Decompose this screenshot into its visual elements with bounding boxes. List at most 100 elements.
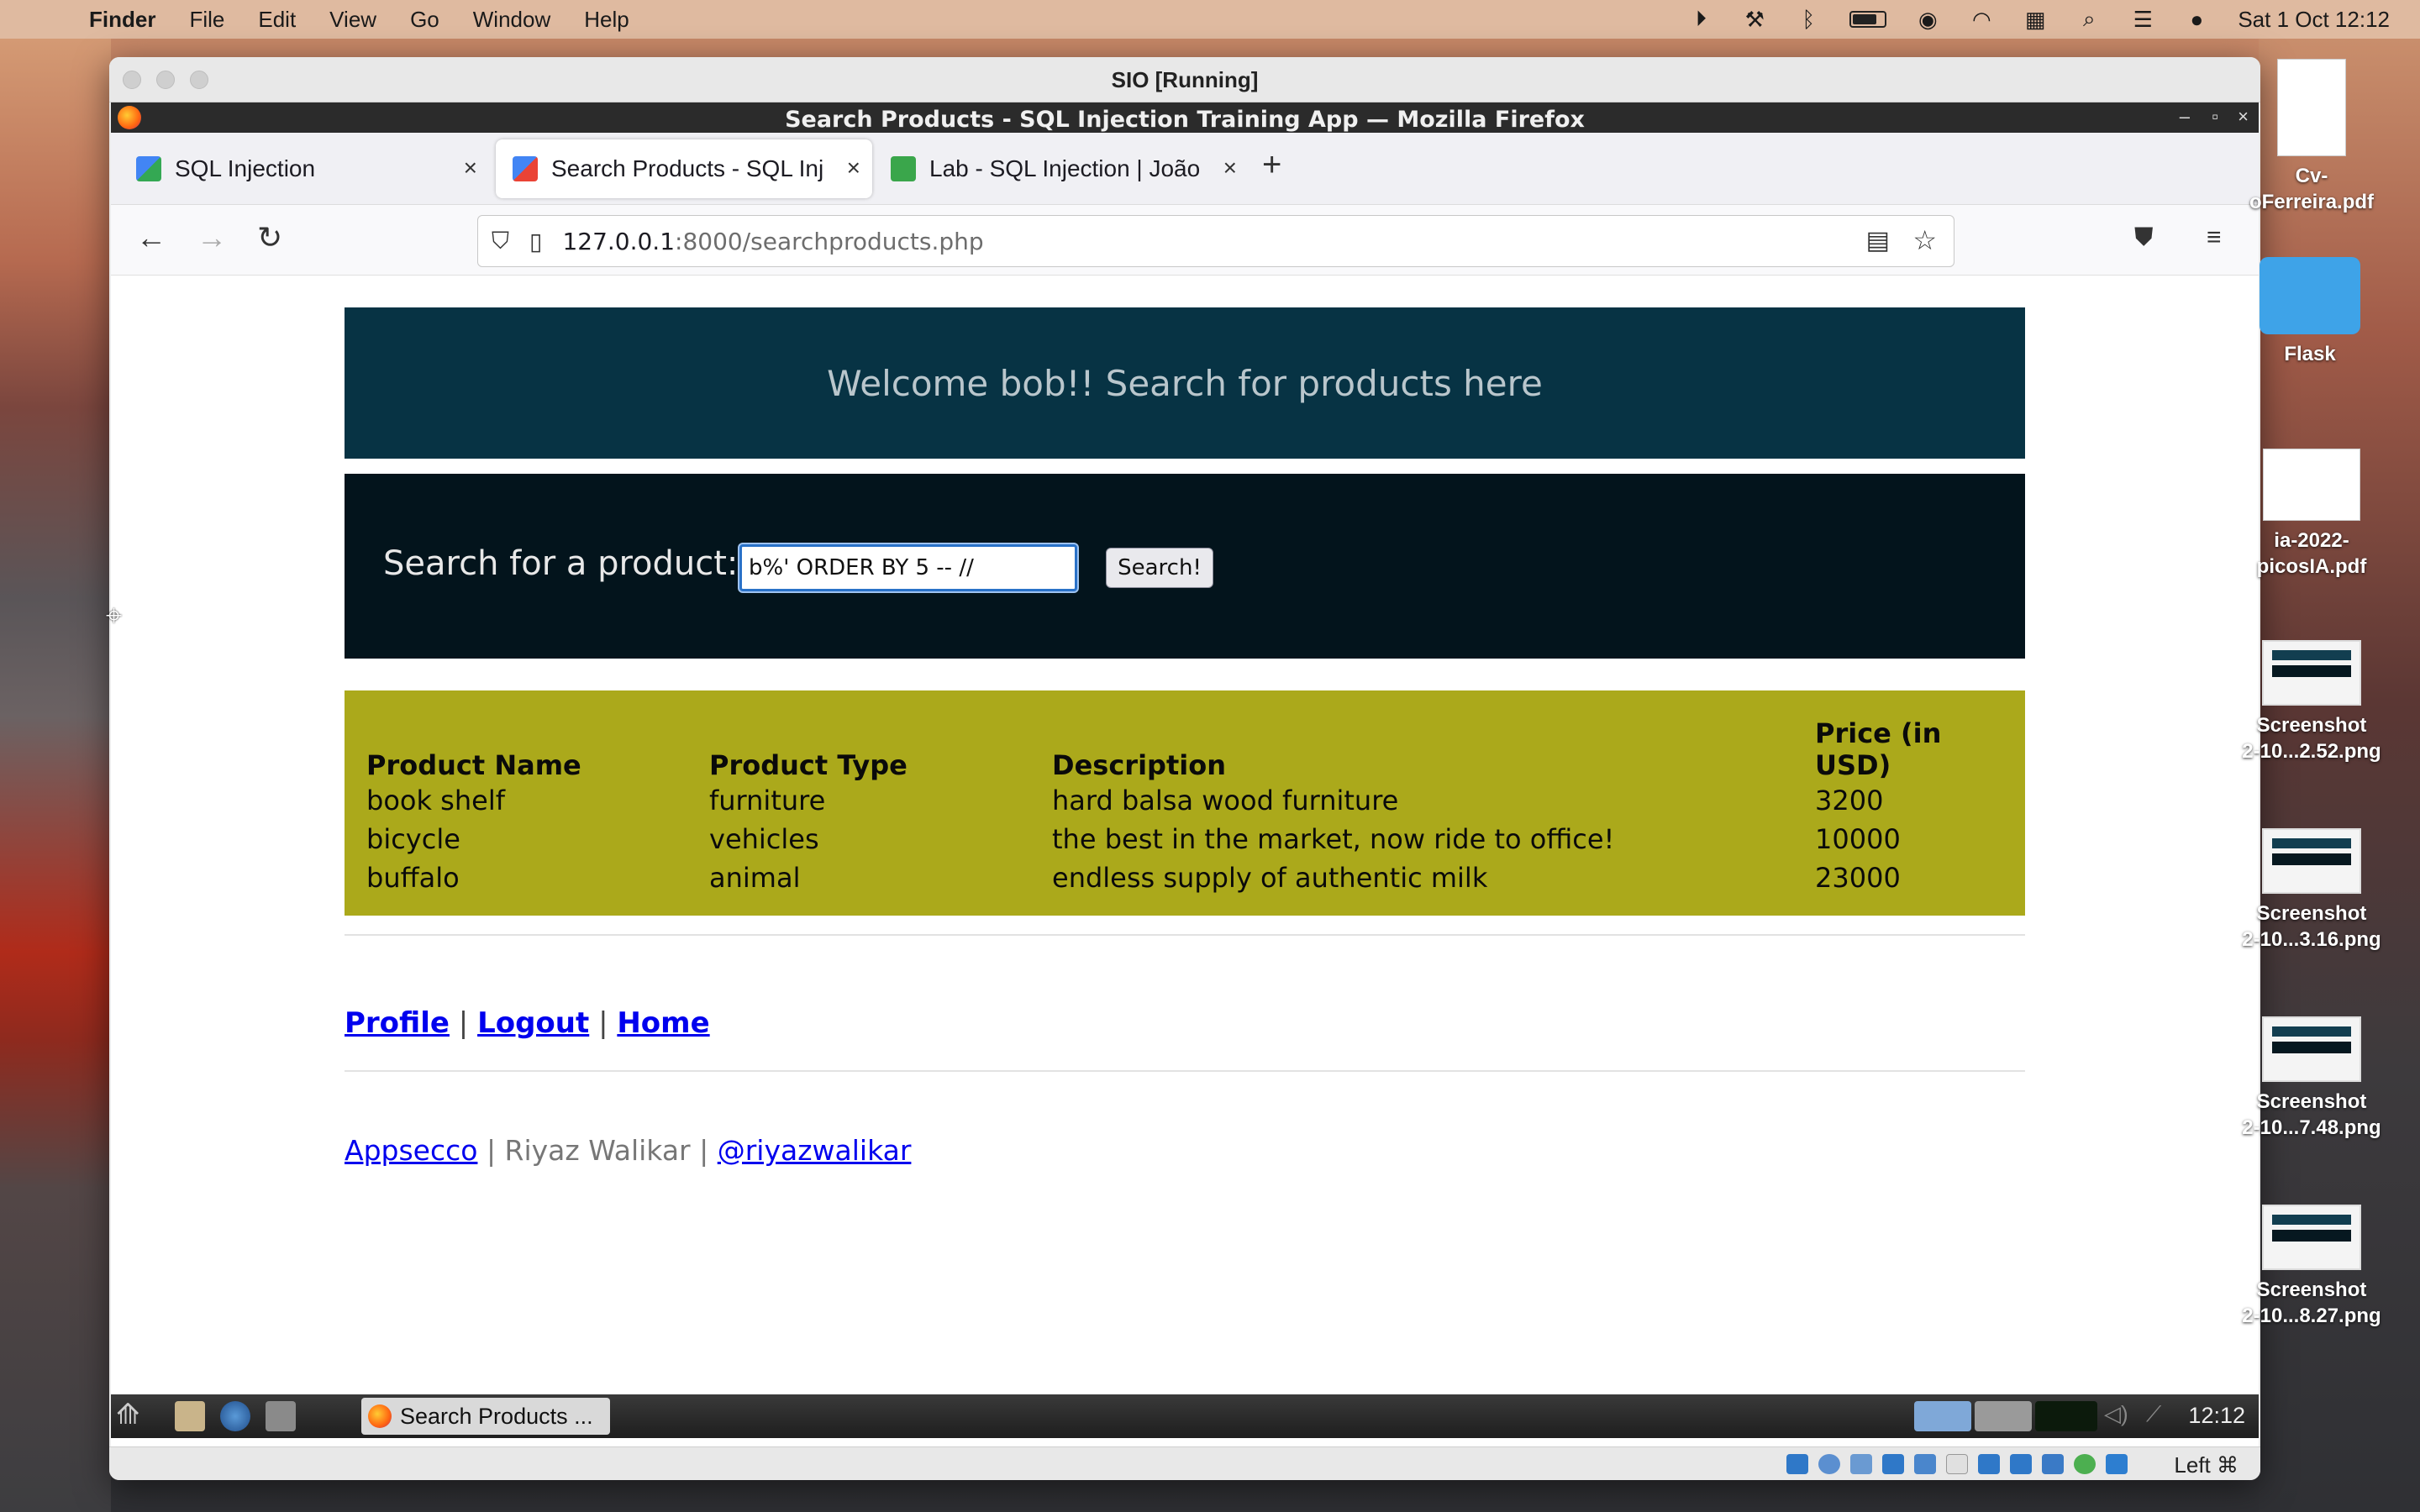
footer: Appsecco | Riyaz Walikar | @riyazwalikar (345, 1134, 911, 1167)
table-cell: 3200 (1815, 785, 1884, 816)
search-button[interactable]: Search! (1106, 548, 1213, 588)
video-capture-icon[interactable] (2010, 1454, 2032, 1474)
keyboard-capture-icon[interactable] (2106, 1454, 2128, 1474)
optical-drive-icon[interactable] (1818, 1454, 1840, 1474)
tab-lab-sql-injection[interactable]: Lab - SQL Injection | João × (874, 139, 1249, 198)
menu-go[interactable]: Go (410, 7, 439, 33)
screenshot-thumbnail-icon (2262, 828, 2361, 894)
keyboard-icon[interactable]: ▦ (2023, 7, 2048, 33)
mouse-integration-icon[interactable] (2074, 1454, 2096, 1474)
menu-help[interactable]: Help (584, 7, 629, 33)
google-favicon-icon (136, 156, 161, 181)
table-header-row: Product Name Product Type Description Pr… (366, 711, 2008, 781)
web-browser-icon[interactable] (220, 1401, 250, 1431)
minimize-icon[interactable]: – (2180, 106, 2190, 128)
column-header: Product Type (709, 749, 908, 781)
shield-icon[interactable]: ⛉ (492, 228, 509, 255)
hamburger-menu-icon[interactable]: ≡ (2207, 223, 2222, 252)
start-menu-icon[interactable]: ⟰ (116, 1398, 146, 1431)
logout-link[interactable]: Logout (477, 1006, 589, 1040)
products-table: Product Name Product Type Description Pr… (366, 711, 2008, 897)
display-indicator-icon[interactable] (1978, 1454, 2000, 1474)
network-icon[interactable]: ⟋ (2146, 1401, 2176, 1431)
vbox-titlebar: SIO [Running] (109, 57, 2260, 102)
desktop-file-cv-pdf[interactable]: Cv- oFerreira.pdf (2232, 59, 2391, 215)
tools-icon[interactable]: ⚒ (1742, 7, 1767, 33)
reload-icon[interactable]: ↻ (257, 220, 282, 255)
desktop-screenshot-2[interactable]: Screenshot 2-10...3.16.png (2232, 828, 2391, 953)
menu-edit[interactable]: Edit (258, 7, 296, 33)
control-center-icon[interactable]: ☰ (2130, 7, 2155, 33)
play-icon[interactable]: ⏵ (1688, 6, 1713, 33)
product-search-input[interactable] (739, 544, 1077, 591)
table-cell: furniture (709, 785, 826, 816)
appsecco-link[interactable]: Appsecco (345, 1134, 477, 1167)
url-text[interactable]: 127.0.0.1:8000/searchproducts.php (562, 228, 983, 255)
table-cell: 10000 (1815, 823, 1901, 855)
tab-sql-injection[interactable]: SQL Injection × (119, 139, 489, 198)
vbox-title: SIO [Running] (1111, 67, 1259, 92)
twitter-link[interactable]: @riyazwalikar (718, 1134, 912, 1167)
workspace-2-icon[interactable] (1975, 1401, 2032, 1431)
desktop-item-label: Flask (2284, 343, 2336, 365)
cpu-indicator-icon[interactable] (2042, 1454, 2064, 1474)
table-cell: endless supply of authentic milk (1052, 862, 1488, 894)
screenshot-thumbnail-icon (2262, 640, 2361, 706)
terminal-icon[interactable] (266, 1401, 296, 1431)
shared-folder-icon[interactable] (1946, 1454, 1968, 1474)
file-manager-icon[interactable] (175, 1401, 205, 1431)
table-cell: the best in the market, now ride to offi… (1052, 823, 1615, 855)
forward-arrow-icon[interactable]: → (197, 220, 227, 255)
host-key-label: Left ⌘ (2174, 1452, 2238, 1478)
user-icon[interactable]: ◉ (1915, 7, 1940, 33)
welcome-banner: Welcome bob!! Search for products here (345, 307, 2025, 459)
network-indicator-icon[interactable] (1882, 1454, 1904, 1474)
desktop-folder-flask[interactable]: Flask (2230, 257, 2390, 367)
maximize-icon[interactable]: ▫ (2212, 106, 2218, 128)
audio-indicator-icon[interactable] (1850, 1454, 1872, 1474)
bluetooth-icon[interactable]: ᛒ (1796, 7, 1821, 33)
bookmark-star-icon[interactable]: ☆ (1912, 224, 1937, 256)
page-info-icon[interactable]: ▯ (529, 228, 542, 255)
wifi-icon[interactable]: ◠ (1969, 7, 1994, 33)
new-tab-plus-icon[interactable]: + (1262, 146, 1281, 184)
usb-indicator-icon[interactable] (1914, 1454, 1936, 1474)
desktop-screenshot-4[interactable]: Screenshot 2-10...8.27.png (2232, 1205, 2391, 1329)
table-cell: bicycle (366, 823, 460, 855)
profile-link[interactable]: Profile (345, 1006, 450, 1040)
reader-view-icon[interactable]: ▤ (1866, 226, 1890, 255)
workspace-1-icon[interactable] (1914, 1401, 1971, 1431)
back-arrow-icon[interactable]: ← (136, 220, 166, 255)
google-favicon-icon (513, 156, 538, 181)
menu-window[interactable]: Window (473, 7, 550, 33)
desktop-screenshot-3[interactable]: Screenshot 2-10...7.48.png (2232, 1016, 2391, 1141)
taskbar-firefox-task[interactable]: Search Products ... (361, 1398, 610, 1435)
desktop-file-ia-pdf[interactable]: ia-2022- picosIA.pdf (2232, 449, 2391, 580)
tab-search-products[interactable]: Search Products - SQL Inj × (496, 139, 872, 198)
table-cell: vehicles (709, 823, 819, 855)
tab-close-icon[interactable]: × (464, 155, 477, 181)
menu-view[interactable]: View (329, 7, 376, 33)
nav-links: Profile | Logout | Home (345, 1006, 710, 1040)
hdd-indicator-icon[interactable] (1786, 1454, 1808, 1474)
link-separator: | (458, 1006, 469, 1040)
home-link[interactable]: Home (617, 1006, 709, 1040)
desktop-screenshot-1[interactable]: Screenshot 2-10...2.52.png (2232, 640, 2391, 764)
menu-finder[interactable]: Finder (89, 7, 155, 33)
divider (345, 934, 2025, 936)
volume-icon[interactable]: ◁) (2104, 1401, 2134, 1431)
vbox-statusbar: Left ⌘ (109, 1446, 2260, 1480)
divider (345, 1070, 2025, 1072)
spotlight-search-icon[interactable]: ⌕ (2076, 6, 2102, 33)
siri-icon[interactable]: ● (2184, 7, 2209, 33)
menu-file[interactable]: File (189, 7, 224, 33)
search-panel: Search for a product: Search! (345, 474, 2025, 659)
battery-icon[interactable] (1849, 11, 1887, 28)
tab-close-icon[interactable]: × (1223, 155, 1237, 181)
tab-close-icon[interactable]: × (847, 155, 860, 181)
tab-label: SQL Injection (175, 155, 316, 181)
menubar-clock[interactable]: Sat 1 Oct 12:12 (2238, 7, 2390, 33)
pocket-icon[interactable]: ⛊ (2134, 223, 2154, 252)
pdf-document-icon (2277, 59, 2346, 156)
url-bar[interactable]: ⛉ ▯ 127.0.0.1:8000/searchproducts.php ▤ … (477, 215, 1954, 267)
